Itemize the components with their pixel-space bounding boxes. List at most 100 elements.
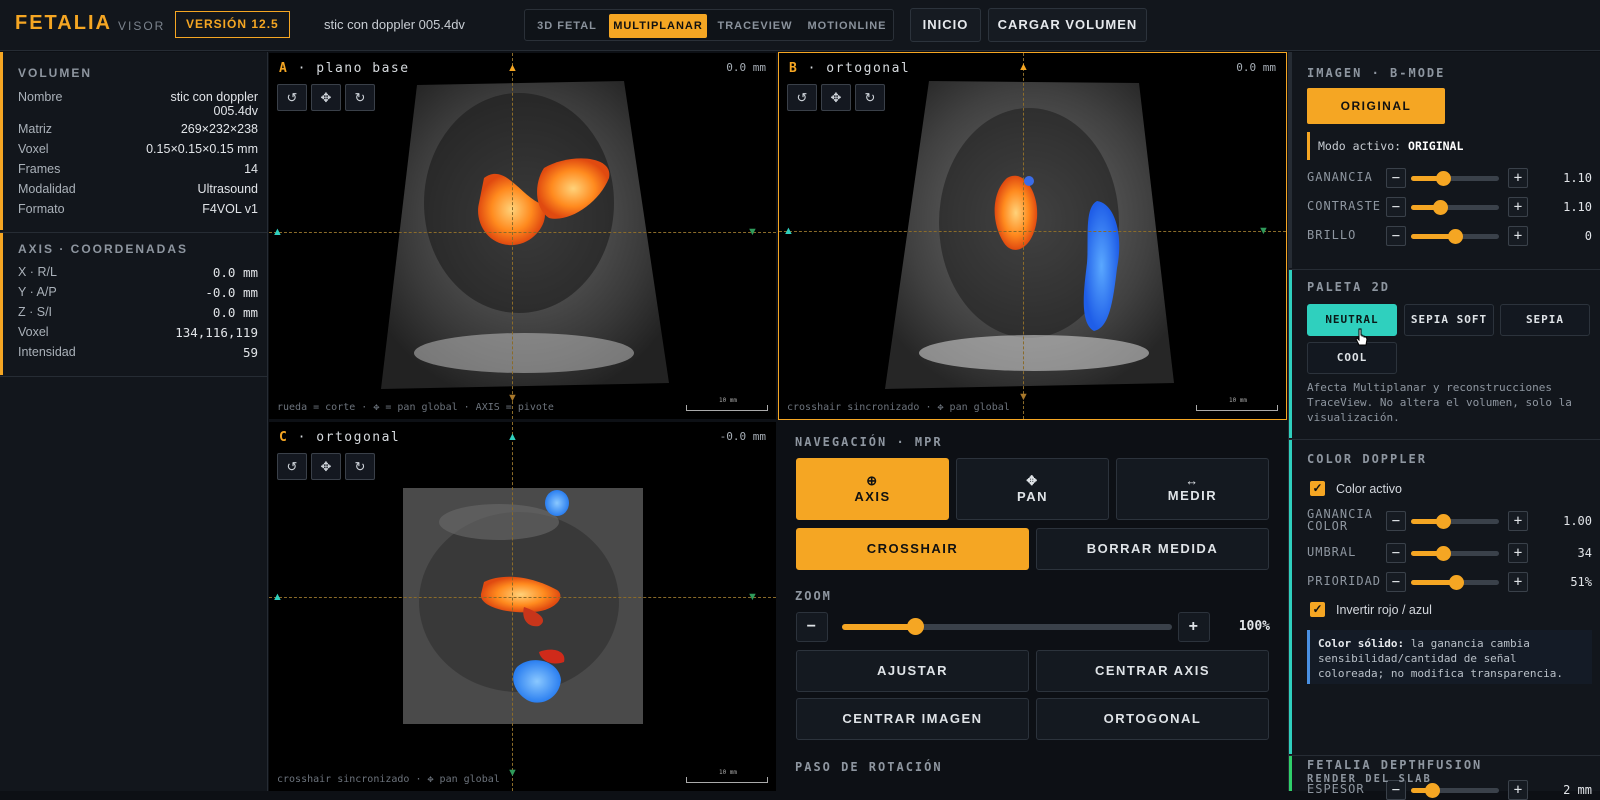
plus-button[interactable]: + xyxy=(1508,168,1528,188)
palette-neutral[interactable]: NEUTRAL xyxy=(1307,304,1397,336)
mode-switcher: 3D FETAL MULTIPLANAR TRACEVIEW MOTIONLIN… xyxy=(524,9,894,41)
ganancia-color-slider[interactable] xyxy=(1411,514,1499,529)
original-button[interactable]: ORIGINAL xyxy=(1307,88,1445,124)
crosshair-icon: ⊕ xyxy=(866,473,879,488)
mode-multiplanar[interactable]: MULTIPLANAR xyxy=(609,14,707,38)
mouse-cursor-icon xyxy=(1355,328,1368,346)
zoom-out-button[interactable]: − xyxy=(796,612,828,642)
axis-tool-button[interactable]: ⊕ AXIS xyxy=(796,458,949,520)
crosshair-marker-right: ▼ xyxy=(747,226,758,238)
right-panel: IMAGEN · B-MODE ORIGINAL Modo activo: OR… xyxy=(1288,52,1600,800)
paleta-section: PALETA 2D NEUTRAL SEPIA SOFT SEPIA COOL … xyxy=(1289,270,1600,438)
brillo-slider[interactable] xyxy=(1411,229,1499,244)
depthfusion-title: FETALIA DEPTHFUSION xyxy=(1307,758,1483,772)
umbral-slider[interactable] xyxy=(1411,546,1499,561)
color-activo-checkbox[interactable]: ✓ xyxy=(1310,481,1325,496)
inicio-button[interactable]: INICIO xyxy=(910,8,981,42)
minus-button[interactable]: − xyxy=(1386,572,1406,592)
imagen-section: IMAGEN · B-MODE ORIGINAL Modo activo: OR… xyxy=(1289,52,1600,268)
minus-button[interactable]: − xyxy=(1386,511,1406,531)
rotate-right-icon[interactable]: ↻ xyxy=(345,453,375,480)
viewport-a[interactable]: ▲ ▲ ▼ ▼ A · plano base 0.0 mm ↺ ✥ ↻ rued… xyxy=(269,53,776,419)
zoom-in-button[interactable]: + xyxy=(1178,612,1210,642)
rotate-left-icon[interactable]: ↺ xyxy=(277,84,307,111)
axis-row-y: Y · A/P -0.0 mm xyxy=(18,285,258,300)
axis-row-x: X · R/L 0.0 mm xyxy=(18,265,258,280)
axis-row-z: Z · S/I 0.0 mm xyxy=(18,305,258,320)
minus-button[interactable]: − xyxy=(1386,168,1406,188)
medir-tool-button[interactable]: ↔ MEDIR xyxy=(1116,458,1269,520)
viewport-b-title: B · ortogonal xyxy=(789,61,911,76)
rotate-left-icon[interactable]: ↺ xyxy=(787,84,817,111)
axis-title: AXIS · COORDENADAS xyxy=(18,242,189,256)
crosshair-marker-top: ▲ xyxy=(1018,61,1029,73)
crosshair-marker-left: ▲ xyxy=(783,225,794,237)
ganancia-slider[interactable] xyxy=(1411,171,1499,186)
doppler-note: Color sólido: la ganancia cambia sensibi… xyxy=(1307,630,1592,684)
volumen-section: VOLUMEN Nombre stic con doppler 005.4dv M… xyxy=(0,52,268,230)
brand-logo: FETALIA xyxy=(15,12,112,34)
navigation-panel: NAVEGACIÓN · MPR ⊕ AXIS ✥ PAN ↔ MEDIR CR… xyxy=(777,424,1277,791)
crosshair-marker-top: ▲ xyxy=(507,62,518,74)
zoom-slider-knob[interactable] xyxy=(906,618,924,635)
minus-button[interactable]: − xyxy=(1386,226,1406,246)
plus-button[interactable]: + xyxy=(1508,780,1528,800)
crosshair-button[interactable]: CROSSHAIR xyxy=(796,528,1029,570)
imagen-title: IMAGEN · B-MODE xyxy=(1307,66,1446,80)
contraste-slider-row: CONTRASTE − + 1.10 xyxy=(1307,197,1592,217)
rotate-right-icon[interactable]: ↻ xyxy=(345,84,375,111)
invertir-checkbox[interactable]: ✓ xyxy=(1310,602,1325,617)
pan-icon[interactable]: ✥ xyxy=(821,84,851,111)
doppler-title: COLOR DOPPLER xyxy=(1307,452,1427,466)
invertir-label: Invertir rojo / azul xyxy=(1336,603,1432,617)
borrar-medida-button[interactable]: BORRAR MEDIDA xyxy=(1036,528,1269,570)
viewport-c-title: C · ortogonal xyxy=(279,430,401,445)
scale-bar: 10 mm xyxy=(686,769,768,783)
minus-button[interactable]: − xyxy=(1386,197,1406,217)
contraste-slider[interactable] xyxy=(1411,200,1499,215)
zoom-value: 100% xyxy=(1238,619,1270,634)
rotate-right-icon[interactable]: ↻ xyxy=(855,84,885,111)
plus-button[interactable]: + xyxy=(1508,543,1528,563)
version-badge: VERSIÓN 12.5 xyxy=(175,11,290,38)
viewport-c-hint: crosshair sincronizado · ✥ pan global xyxy=(277,774,500,785)
mode-motionline[interactable]: MOTIONLINE xyxy=(803,14,891,38)
zoom-slider[interactable] xyxy=(842,618,1172,635)
centrar-axis-button[interactable]: CENTRAR AXIS xyxy=(1036,650,1269,692)
plus-button[interactable]: + xyxy=(1508,572,1528,592)
color-activo-label: Color activo xyxy=(1336,482,1402,496)
viewport-b[interactable]: ▲ ▲ ▼ ▼ B · ortogonal 0.0 mm ↺ ✥ ↻ cross… xyxy=(778,52,1287,420)
crosshair-marker-right: ▼ xyxy=(1258,225,1269,237)
palette-cool[interactable]: COOL xyxy=(1307,342,1397,374)
palette-sepia[interactable]: SEPIA xyxy=(1500,304,1590,336)
plus-button[interactable]: + xyxy=(1508,511,1528,531)
minus-button[interactable]: − xyxy=(1386,543,1406,563)
umbral-slider-row: UMBRAL − + 34 xyxy=(1307,543,1592,563)
mode-3d-fetal[interactable]: 3D FETAL xyxy=(529,14,605,38)
viewport-c-depth: -0.0 mm xyxy=(719,430,766,443)
mode-traceview[interactable]: TRACEVIEW xyxy=(711,14,799,38)
axis-row-voxel: Voxel 134,116,119 xyxy=(18,325,258,340)
ortogonal-button[interactable]: ORTOGONAL xyxy=(1036,698,1269,740)
paleta-note: Afecta Multiplanar y reconstrucciones Tr… xyxy=(1307,381,1572,424)
viewport-c[interactable]: ▲ ▲ ▼ ▼ C · ortogonal -0.0 mm ↺ ✥ ↻ cros… xyxy=(269,422,776,791)
axis-section: AXIS · COORDENADAS X · R/L 0.0 mm Y · A/P… xyxy=(0,233,268,375)
cargar-volumen-button[interactable]: CARGAR VOLUMEN xyxy=(988,8,1147,42)
palette-sepia-soft[interactable]: SEPIA SOFT xyxy=(1404,304,1494,336)
vol-row-frames: Frames 14 xyxy=(18,162,258,176)
centrar-imagen-button[interactable]: CENTRAR IMAGEN xyxy=(796,698,1029,740)
pan-tool-button[interactable]: ✥ PAN xyxy=(956,458,1109,520)
crosshair-vertical xyxy=(512,422,513,791)
plus-button[interactable]: + xyxy=(1508,226,1528,246)
ajustar-button[interactable]: AJUSTAR xyxy=(796,650,1029,692)
plus-button[interactable]: + xyxy=(1508,197,1528,217)
crosshair-marker-right: ▼ xyxy=(747,591,758,603)
ganancia-slider-row: GANANCIA − + 1.10 xyxy=(1307,168,1592,188)
crosshair-vertical xyxy=(1023,53,1024,419)
prioridad-slider[interactable] xyxy=(1411,575,1499,590)
rotate-left-icon[interactable]: ↺ xyxy=(277,453,307,480)
pan-icon[interactable]: ✥ xyxy=(311,84,341,111)
paso-rotacion-title: PASO DE ROTACIÓN xyxy=(795,760,943,774)
crosshair-marker-top: ▲ xyxy=(507,431,518,443)
pan-icon[interactable]: ✥ xyxy=(311,453,341,480)
